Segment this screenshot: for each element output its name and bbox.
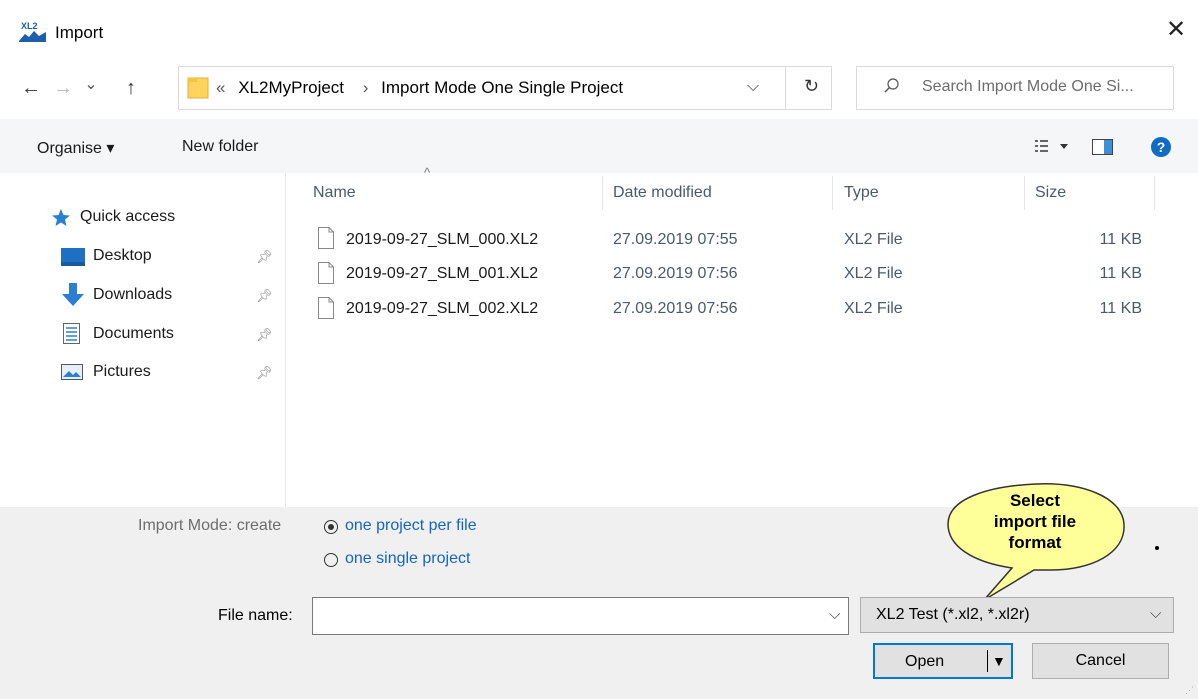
- pin-icon[interactable]: 📌︎: [256, 249, 273, 265]
- recent-locations-chevron-icon[interactable]: ⌄: [78, 70, 104, 100]
- desktop-icon: [61, 248, 85, 271]
- divider: [785, 66, 786, 110]
- breadcrumb: « XL2MyProject › Import Mode One Single …: [216, 78, 629, 98]
- file-type: XL2 File: [844, 300, 903, 317]
- file-type: XL2 File: [844, 231, 903, 248]
- radio-one-single-project[interactable]: [324, 553, 338, 567]
- pictures-icon: [61, 364, 83, 385]
- organise-menu-button[interactable]: Organise ▾: [37, 138, 114, 158]
- documents-icon: [63, 323, 81, 350]
- xl2-app-icon: XL2: [19, 20, 46, 42]
- filename-dropdown-chevron-icon[interactable]: ⌵: [829, 606, 840, 623]
- pane-splitter[interactable]: [285, 173, 286, 507]
- pin-icon[interactable]: 📌︎: [256, 327, 273, 343]
- column-divider[interactable]: [1154, 176, 1155, 210]
- dot: [1155, 546, 1159, 550]
- search-input[interactable]: Search Import Mode One Si...: [922, 78, 1134, 96]
- column-divider[interactable]: [1024, 176, 1025, 210]
- nav-item-downloads[interactable]: Downloads: [93, 286, 172, 304]
- downloads-icon: [62, 283, 84, 312]
- file-name: 2019-09-27_SLM_000.XL2: [346, 231, 539, 248]
- forward-arrow-icon[interactable]: →: [50, 73, 76, 103]
- command-toolbar: [0, 119, 1198, 173]
- refresh-icon[interactable]: ↻: [804, 76, 819, 97]
- file-type: XL2 File: [844, 265, 903, 282]
- svg-text:XL2: XL2: [21, 21, 38, 31]
- preview-pane-icon[interactable]: [1092, 139, 1114, 160]
- cancel-button[interactable]: Cancel: [1032, 643, 1169, 679]
- svg-text:?: ?: [1157, 139, 1166, 155]
- close-icon[interactable]: ✕: [1160, 14, 1192, 46]
- filetype-dropdown-chevron-icon[interactable]: ⌵: [1150, 605, 1161, 622]
- callout-line: format: [1008, 533, 1062, 552]
- file-date: 27.09.2019 07:56: [613, 300, 738, 317]
- file-row[interactable]: 2019-09-27_SLM_000.XL2 27.09.2019 07:55 …: [300, 225, 1160, 255]
- callout-text: Select import file format: [960, 490, 1110, 553]
- help-icon[interactable]: ?: [1150, 136, 1172, 163]
- filetype-selected-value: XL2 Test (*.xl2, *.xl2r): [876, 606, 1030, 623]
- nav-quick-access[interactable]: Quick access: [80, 208, 175, 226]
- import-mode-label: Import Mode: create: [138, 517, 282, 534]
- breadcrumb-separator-icon[interactable]: ›: [363, 78, 369, 97]
- folder-icon: [187, 75, 209, 104]
- file-size: 11 KB: [1099, 300, 1142, 317]
- pin-icon[interactable]: 📌︎: [256, 288, 273, 304]
- nav-item-pictures[interactable]: Pictures: [93, 363, 151, 381]
- new-folder-button[interactable]: New folder: [182, 138, 258, 156]
- nav-item-documents[interactable]: Documents: [93, 325, 174, 343]
- file-name: 2019-09-27_SLM_001.XL2: [346, 265, 539, 282]
- radio-label-one-project-per-file[interactable]: one project per file: [345, 517, 477, 535]
- window-title: Import: [55, 23, 104, 42]
- search-icon: [884, 78, 900, 99]
- nav-item-desktop[interactable]: Desktop: [93, 247, 152, 265]
- resize-grip-icon[interactable]: ⋰: [1185, 685, 1194, 696]
- file-size: 11 KB: [1099, 265, 1142, 282]
- file-size: 11 KB: [1099, 231, 1142, 248]
- callout-line: Select: [1009, 491, 1061, 510]
- sort-ascending-icon: ^: [424, 165, 431, 180]
- open-options-arrow-icon[interactable]: ▼: [992, 644, 1006, 678]
- column-divider[interactable]: [832, 176, 833, 210]
- back-arrow-icon[interactable]: ←: [18, 73, 44, 103]
- breadcrumb-item[interactable]: XL2MyProject: [238, 78, 344, 97]
- column-header-name[interactable]: Name: [313, 184, 356, 202]
- radio-label-one-single-project[interactable]: one single project: [345, 550, 470, 568]
- pin-icon[interactable]: 📌︎: [256, 365, 273, 381]
- file-date: 27.09.2019 07:55: [613, 231, 738, 248]
- address-dropdown-chevron-icon[interactable]: ⌵: [747, 78, 759, 96]
- file-row[interactable]: 2019-09-27_SLM_002.XL2 27.09.2019 07:56 …: [300, 295, 1160, 325]
- column-header-type[interactable]: Type: [844, 184, 879, 202]
- open-button[interactable]: Open ▼: [873, 643, 1013, 679]
- file-icon: [318, 297, 334, 324]
- star-icon: [51, 208, 71, 232]
- file-date: 27.09.2019 07:56: [613, 265, 738, 282]
- title-bar: [0, 0, 1198, 62]
- radio-one-project-per-file[interactable]: [324, 520, 338, 534]
- split-divider: [987, 650, 988, 672]
- file-icon: [318, 262, 334, 289]
- up-arrow-icon[interactable]: ↑: [118, 73, 144, 103]
- column-header-size[interactable]: Size: [1035, 184, 1066, 202]
- callout-line: import file: [993, 512, 1077, 531]
- file-row[interactable]: 2019-09-27_SLM_001.XL2 27.09.2019 07:56 …: [300, 260, 1160, 290]
- filename-label: File name:: [218, 607, 293, 624]
- filename-input[interactable]: [312, 597, 849, 635]
- breadcrumb-item[interactable]: Import Mode One Single Project: [381, 78, 623, 97]
- open-button-label: Open: [905, 653, 945, 670]
- breadcrumb-overflow[interactable]: «: [216, 78, 225, 97]
- file-name: 2019-09-27_SLM_002.XL2: [346, 300, 539, 317]
- column-divider[interactable]: [602, 176, 603, 210]
- file-icon: [318, 227, 334, 254]
- column-header-date-modified[interactable]: Date modified: [613, 184, 712, 202]
- view-options-icon[interactable]: [1035, 139, 1071, 160]
